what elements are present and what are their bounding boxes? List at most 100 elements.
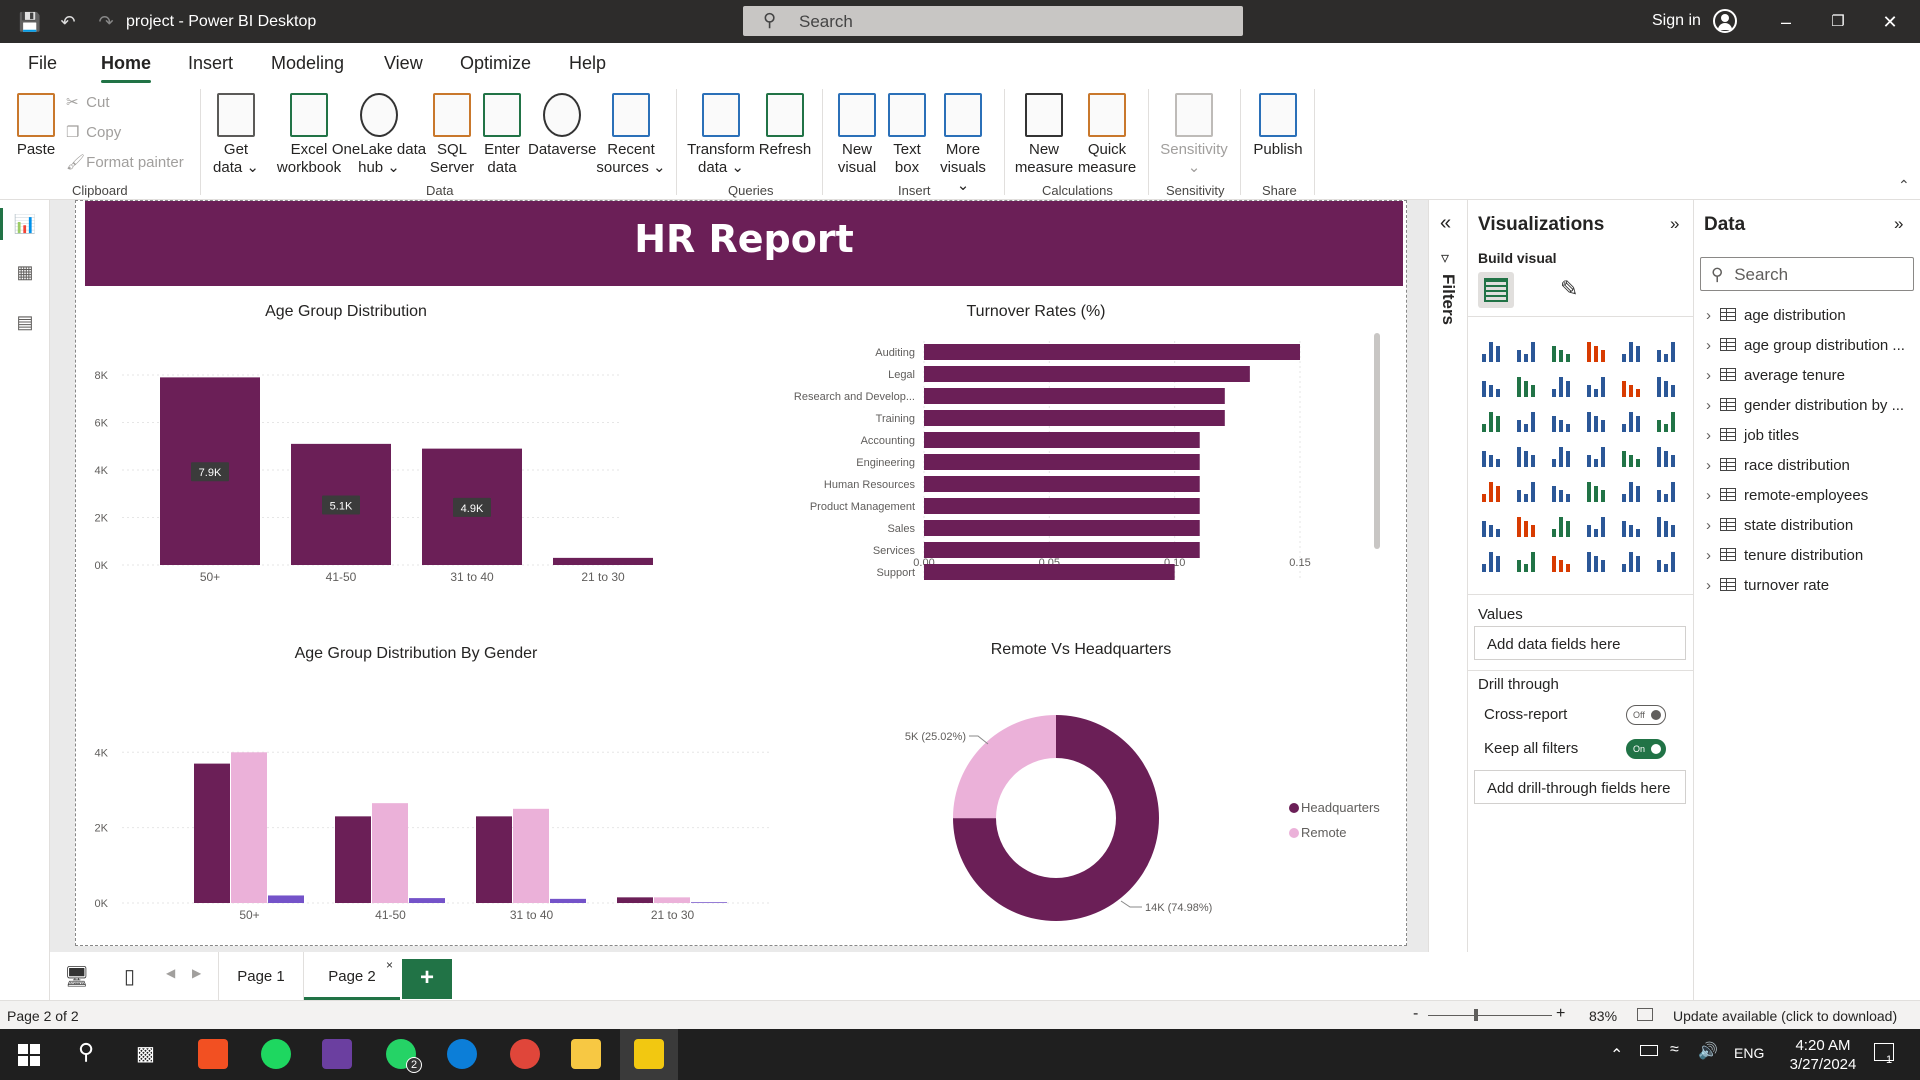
- sensitivity-button[interactable]: Sensitivity ⌄: [1156, 93, 1232, 177]
- python-visual-icon[interactable]: [1478, 515, 1502, 539]
- minimize-icon[interactable]: –: [1771, 10, 1801, 34]
- turnover-chart[interactable]: Turnover Rates (%) 0.00 0.05 0.10 0.15 Audit…: [716, 299, 1406, 581]
- power-bi-icon[interactable]: [634, 1039, 664, 1069]
- redo-icon[interactable]: ↷: [94, 10, 118, 34]
- ribbon-icon[interactable]: [1583, 375, 1607, 399]
- expand-chevron-icon[interactable]: ›: [1706, 397, 1720, 414]
- spotify-icon[interactable]: [261, 1039, 291, 1069]
- save-icon[interactable]: 💾: [18, 10, 42, 34]
- tab-help[interactable]: Help: [569, 53, 606, 74]
- age-group-chart[interactable]: Age Group Distribution 0K 2K 4K 6K 8K 50+ 7.9K…: [80, 299, 680, 581]
- close-icon[interactable]: ✕: [1875, 10, 1905, 34]
- fit-to-page-icon[interactable]: [1637, 1008, 1653, 1021]
- task-view-icon[interactable]: ▩: [136, 1041, 155, 1066]
- expand-chevron-icon[interactable]: ›: [1706, 367, 1720, 384]
- chrome-icon[interactable]: [510, 1039, 540, 1069]
- tab-file[interactable]: File: [28, 53, 57, 74]
- text-box-button[interactable]: Text box: [884, 93, 930, 177]
- key-influencers-icon[interactable]: [1513, 515, 1537, 539]
- data-table-item[interactable]: › gender distribution by ...: [1706, 397, 1904, 414]
- shape-map-icon[interactable]: [1548, 445, 1572, 469]
- gauge-icon[interactable]: [1618, 445, 1642, 469]
- data-table-item[interactable]: › age group distribution ...: [1706, 337, 1905, 354]
- restore-icon[interactable]: ❐: [1823, 10, 1853, 34]
- battery-icon[interactable]: [1640, 1045, 1658, 1056]
- get-data-button[interactable]: Get data ⌄: [210, 93, 262, 177]
- model-view-icon[interactable]: ▤: [13, 312, 37, 334]
- expand-chevron-icon[interactable]: ›: [1706, 427, 1720, 444]
- pdf-app-icon[interactable]: [322, 1039, 352, 1069]
- cross-report-toggle[interactable]: Off: [1626, 705, 1666, 725]
- enter-data-button[interactable]: Enter data: [478, 93, 526, 177]
- expand-chevron-icon[interactable]: ›: [1706, 337, 1720, 354]
- data-table-item[interactable]: › remote-employees: [1706, 487, 1868, 504]
- tab-insert[interactable]: Insert: [188, 53, 233, 74]
- prev-page-icon[interactable]: ◀: [166, 966, 175, 980]
- sql-server-button[interactable]: SQL Server: [428, 93, 476, 177]
- 100-column-icon[interactable]: [1653, 340, 1677, 364]
- zoom-slider-thumb[interactable]: [1474, 1009, 1478, 1021]
- title-search-box[interactable]: ⚲ Search: [743, 6, 1243, 36]
- refresh-button[interactable]: Refresh: [756, 93, 814, 159]
- update-available-link[interactable]: Update available (click to download): [1673, 1008, 1897, 1024]
- language-indicator[interactable]: ENG: [1734, 1045, 1764, 1061]
- data-table-item[interactable]: › tenure distribution: [1706, 547, 1863, 564]
- azure-map-icon[interactable]: [1583, 445, 1607, 469]
- expand-chevron-icon[interactable]: ›: [1706, 577, 1720, 594]
- edge-icon[interactable]: [447, 1039, 477, 1069]
- windows-start-icon[interactable]: [18, 1044, 40, 1066]
- paginated-icon[interactable]: [1618, 515, 1642, 539]
- line-column-icon[interactable]: [1653, 375, 1677, 399]
- stacked-bar-icon[interactable]: [1478, 340, 1502, 364]
- show-hidden-icons-icon[interactable]: ⌃: [1610, 1045, 1623, 1065]
- clustered-bar-icon[interactable]: [1548, 340, 1572, 364]
- data-table-item[interactable]: › state distribution: [1706, 517, 1853, 534]
- area-icon[interactable]: [1513, 375, 1537, 399]
- keep-filters-toggle[interactable]: On: [1626, 739, 1666, 759]
- copy-button[interactable]: ❐ Copy: [66, 123, 121, 141]
- data-table-item[interactable]: › job titles: [1706, 427, 1799, 444]
- matrix-icon[interactable]: [1618, 480, 1642, 504]
- transform-data-button[interactable]: Transform data ⌄: [686, 93, 756, 177]
- data-table-item[interactable]: › average tenure: [1706, 367, 1845, 384]
- card-icon[interactable]: [1653, 445, 1677, 469]
- tab-home[interactable]: Home: [101, 53, 152, 83]
- report-builder-icon[interactable]: [1478, 550, 1502, 574]
- zoom-out-icon[interactable]: -: [1413, 1005, 1418, 1023]
- data-table-item[interactable]: › age distribution: [1706, 307, 1846, 324]
- filters-label[interactable]: Filters: [1438, 274, 1458, 325]
- qna-icon[interactable]: [1583, 515, 1607, 539]
- report-view-icon[interactable]: 📊: [13, 214, 37, 236]
- filled-map-icon[interactable]: [1513, 445, 1537, 469]
- new-measure-button[interactable]: New measure: [1012, 93, 1076, 177]
- new-card-icon[interactable]: [1513, 550, 1537, 574]
- data-table-item[interactable]: › turnover rate: [1706, 577, 1829, 594]
- taskbar-search-icon[interactable]: ⚲: [78, 1039, 94, 1065]
- recent-sources-button[interactable]: Recent sources ⌄: [596, 93, 666, 177]
- volume-icon[interactable]: 🔊: [1698, 1041, 1718, 1061]
- kpi-icon[interactable]: [1513, 480, 1537, 504]
- scatter-icon[interactable]: [1548, 410, 1572, 434]
- data-search-input[interactable]: ⚲ Search: [1700, 257, 1914, 291]
- 100-bar-icon[interactable]: [1618, 340, 1642, 364]
- map-icon[interactable]: [1478, 445, 1502, 469]
- add-page-button[interactable]: +: [402, 959, 452, 999]
- new-visual-button[interactable]: New visual: [832, 93, 882, 177]
- column-line-icon[interactable]: [1478, 410, 1502, 434]
- remote-hq-chart[interactable]: Remote Vs Headquarters 5K (25.02%) 14K (7…: [816, 637, 1406, 937]
- power-apps-icon[interactable]: [1583, 550, 1607, 574]
- treemap-icon[interactable]: [1653, 410, 1677, 434]
- close-page-icon[interactable]: ×: [386, 958, 393, 972]
- file-explorer-icon[interactable]: [571, 1039, 601, 1069]
- more-visuals-button[interactable]: More visuals ⌄: [932, 93, 994, 195]
- arcgis-icon[interactable]: [1548, 550, 1572, 574]
- tab-view[interactable]: View: [384, 53, 423, 74]
- multi-row-card-icon[interactable]: [1478, 480, 1502, 504]
- collapse-ribbon-icon[interactable]: ⌃: [1898, 177, 1910, 194]
- expand-chevron-icon[interactable]: ›: [1706, 517, 1720, 534]
- line-icon[interactable]: [1478, 375, 1502, 399]
- expand-chevron-icon[interactable]: ›: [1706, 457, 1720, 474]
- clock[interactable]: 4:20 AM 3/27/2024: [1778, 1036, 1868, 1074]
- pie-icon[interactable]: [1583, 410, 1607, 434]
- zoom-slider[interactable]: [1428, 1015, 1552, 1016]
